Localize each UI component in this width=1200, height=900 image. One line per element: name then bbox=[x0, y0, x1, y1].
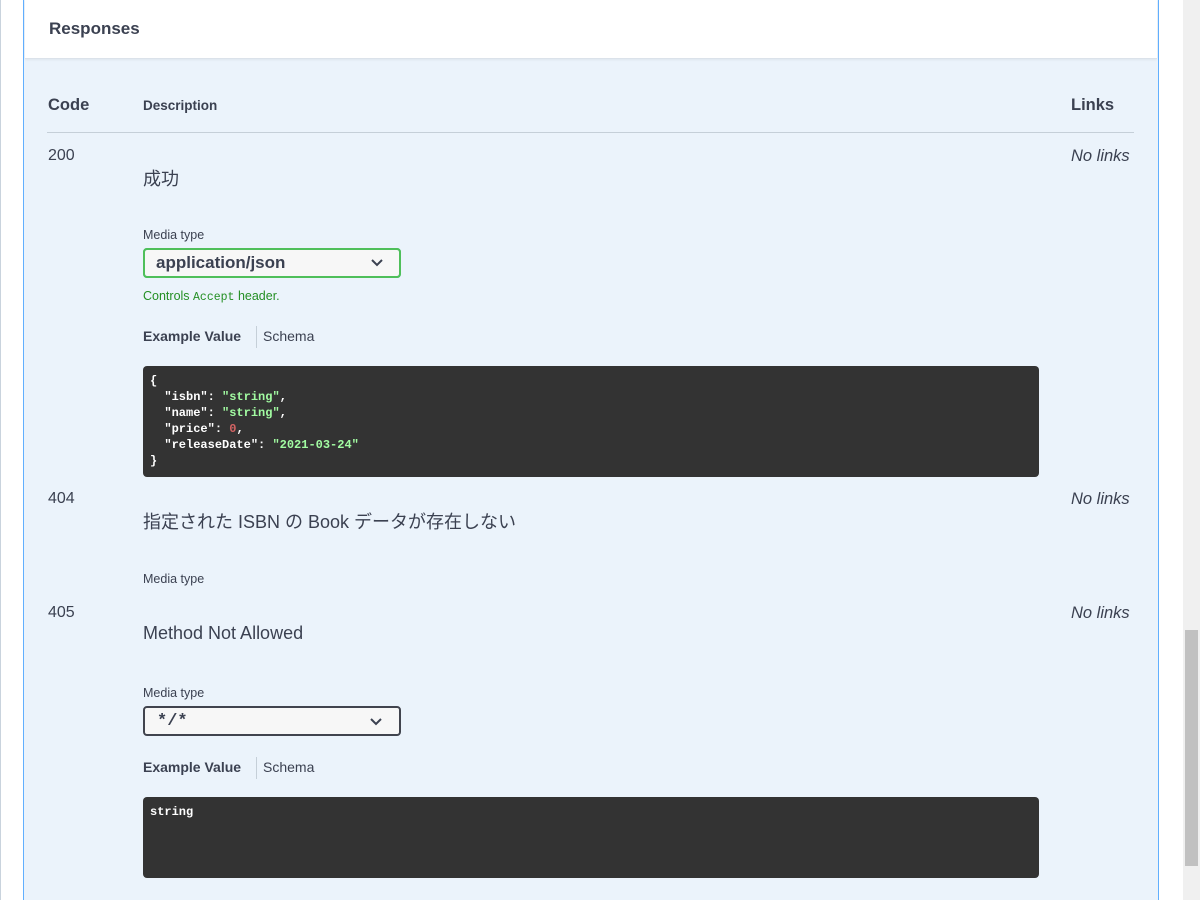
responses-title: Responses bbox=[49, 19, 140, 38]
controls-code: Accept bbox=[193, 291, 235, 304]
tab-divider bbox=[256, 326, 257, 348]
response-links-404: No links bbox=[1071, 490, 1130, 508]
controls-suffix: header. bbox=[237, 289, 280, 303]
responses-header: Responses bbox=[25, 0, 1157, 59]
controls-accept-note: Controls Accept header. bbox=[143, 289, 280, 304]
response-links-200: No links bbox=[1071, 147, 1130, 165]
controls-prefix: Controls bbox=[143, 289, 190, 303]
tab-schema-405[interactable]: Schema bbox=[263, 759, 314, 775]
code-line: "releaseDate": "2021-03-24" bbox=[164, 438, 359, 452]
example-value-code-405: string bbox=[143, 797, 1039, 878]
media-type-label-404: Media type bbox=[143, 572, 205, 586]
media-type-label-405: Media type bbox=[143, 686, 205, 700]
media-type-label-200: Media type bbox=[143, 228, 205, 242]
code-line: } bbox=[150, 454, 158, 468]
response-code-200: 200 bbox=[48, 147, 75, 164]
code-line: "isbn": "string", bbox=[164, 390, 287, 404]
tab-divider bbox=[256, 757, 257, 779]
column-header-links: Links bbox=[1071, 96, 1115, 114]
column-header-code: Code bbox=[48, 96, 90, 114]
responses-panel: Responses Code Description Links 200 No … bbox=[23, 0, 1159, 900]
tab-example-value-405[interactable]: Example Value bbox=[143, 759, 241, 775]
example-string: string bbox=[150, 805, 194, 819]
left-edge bbox=[0, 0, 1, 900]
chevron-down-icon bbox=[371, 259, 383, 267]
media-type-value-200: application/json bbox=[156, 253, 286, 272]
response-description-200: 成功 bbox=[143, 169, 179, 189]
media-type-select-200[interactable]: application/json bbox=[143, 248, 401, 278]
response-code-405: 405 bbox=[48, 604, 75, 621]
chevron-down-icon bbox=[370, 718, 382, 726]
response-description-405: Method Not Allowed bbox=[143, 623, 304, 643]
code-line: "name": "string", bbox=[164, 406, 287, 420]
media-type-select-405[interactable]: */* bbox=[143, 706, 401, 736]
header-divider bbox=[47, 132, 1134, 133]
example-value-code-200: { "isbn": "string", "name": "string", "p… bbox=[143, 366, 1039, 477]
response-description-404: 指定された ISBN の Book データが存在しない bbox=[143, 512, 517, 532]
code-line: "price": 0, bbox=[164, 422, 244, 436]
response-links-405: No links bbox=[1071, 604, 1130, 622]
response-code-404: 404 bbox=[48, 490, 75, 507]
tab-schema-200[interactable]: Schema bbox=[263, 328, 314, 344]
tab-example-value-200[interactable]: Example Value bbox=[143, 328, 241, 344]
column-header-description: Description bbox=[143, 98, 218, 113]
code-line: { bbox=[150, 374, 158, 388]
scrollbar-thumb[interactable] bbox=[1185, 630, 1198, 866]
media-type-value-405: */* bbox=[157, 712, 188, 731]
